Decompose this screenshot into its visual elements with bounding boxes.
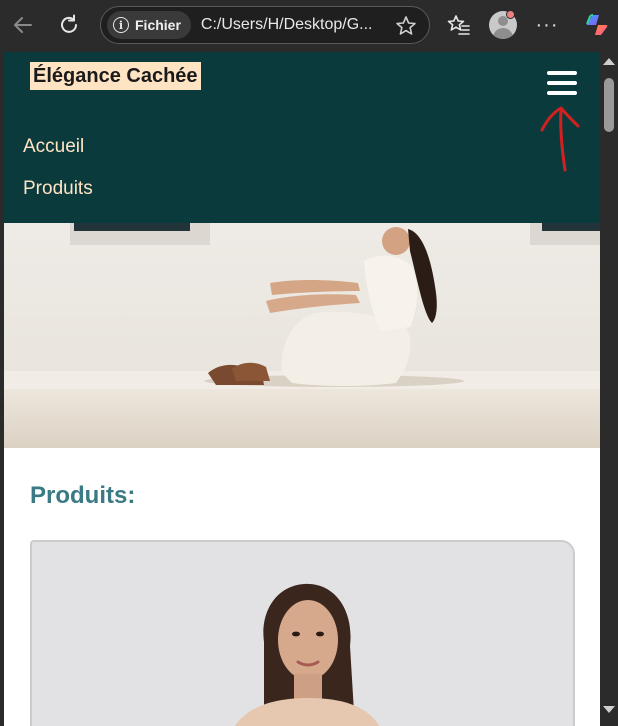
url-text[interactable]: C:/Users/H/Desktop/G...: [201, 16, 391, 34]
star-icon[interactable]: [395, 15, 417, 37]
copilot-icon: [586, 14, 608, 35]
scroll-down-arrow-icon[interactable]: [603, 706, 615, 713]
site-info-chip[interactable]: i Fichier: [107, 11, 191, 39]
arrow-left-icon: [14, 17, 32, 33]
page-scrollbar[interactable]: [600, 52, 618, 726]
reload-button[interactable]: [52, 8, 86, 42]
favorites-button[interactable]: [442, 8, 476, 42]
nav-link-produits[interactable]: Produits: [23, 178, 93, 200]
products-section-title: Produits:: [30, 482, 136, 509]
reload-icon: [61, 14, 77, 33]
back-button[interactable]: [6, 8, 40, 42]
copilot-button[interactable]: [580, 8, 614, 42]
more-icon: ···: [535, 13, 559, 36]
notification-dot: [506, 10, 515, 19]
hero-image: [4, 223, 600, 448]
hamburger-icon[interactable]: [547, 71, 577, 95]
scroll-thumb[interactable]: [604, 78, 614, 132]
red-arrow-annotation-icon: [540, 106, 580, 172]
product-photo: [32, 542, 573, 726]
hero-photo-illustration: [4, 223, 600, 448]
browser-toolbar: i Fichier C:/Users/H/Desktop/G... ···: [0, 0, 618, 52]
nav-link-accueil[interactable]: Accueil: [23, 136, 84, 158]
favorites-icon: [447, 15, 470, 35]
site-brand[interactable]: Élégance Cachée: [30, 62, 201, 90]
site-header: Élégance Cachée Accueil Produits: [4, 52, 600, 223]
site-info-label: Fichier: [135, 17, 181, 33]
more-button[interactable]: ···: [530, 8, 564, 42]
address-bar[interactable]: i Fichier C:/Users/H/Desktop/G...: [100, 6, 430, 44]
scroll-up-arrow-icon[interactable]: [603, 58, 615, 65]
info-icon: i: [113, 17, 129, 33]
page-viewport: Élégance Cachée Accueil Produits Produit…: [4, 52, 600, 726]
product-card[interactable]: [30, 540, 575, 726]
